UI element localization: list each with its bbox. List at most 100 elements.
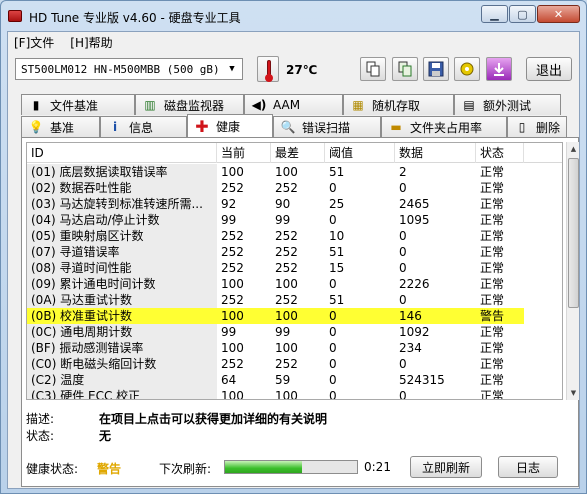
table-row[interactable]: (04) 马达启动/停止计数 99 99 0 1095 正常 — [27, 212, 562, 228]
table-row[interactable]: (0B) 校准重试计数 100 100 0 146 警告 — [27, 308, 562, 324]
disk-monitor-icon: ▥ — [144, 98, 156, 112]
table-row[interactable]: (09) 累计通电时间计数 100 100 0 2226 正常 — [27, 276, 562, 292]
cell-current-value: 100 — [217, 308, 271, 324]
tab-disk-monitor[interactable]: ▥ 磁盘监视器 — [135, 94, 244, 115]
minimize-button[interactable]: ▁ — [481, 5, 508, 23]
cell-status-value: 正常 — [480, 277, 505, 291]
cell-worst-value: 100 — [275, 341, 298, 355]
table-scrollbar[interactable]: ▲ ▼ — [566, 142, 579, 400]
health-status-value: 警告 — [97, 462, 122, 476]
cell-attr-name: (0C) 通电周期计数 — [27, 324, 217, 340]
save-button[interactable] — [423, 57, 449, 81]
cell-current-value: 100 — [221, 277, 244, 291]
cell-threshold-value: 25 — [329, 197, 345, 211]
window-title: HD Tune 专业版 v4.60 - 硬盘专业工具 — [29, 11, 241, 25]
cell-worst-value: 90 — [275, 197, 291, 211]
table-row[interactable]: (07) 寻道错误率 252 252 51 0 正常 — [27, 244, 562, 260]
column-current[interactable]: 当前 — [217, 143, 271, 163]
drive-select[interactable]: ST500LM012 HN-M500MBB (500 gB) ▼ — [15, 58, 243, 80]
cell-data-value: 2226 — [399, 277, 430, 291]
app-window: HD Tune 专业版 v4.60 - 硬盘专业工具 ▁ ▢ ✕ [F]文件 [… — [0, 0, 587, 494]
refresh-now-button[interactable]: 立即刷新 — [410, 456, 482, 478]
column-id[interactable]: ID — [27, 143, 217, 163]
cell-threshold-value: 0 — [329, 181, 337, 195]
tab-file-benchmark[interactable]: ▮ 文件基准 — [21, 94, 135, 115]
table-row[interactable]: (03) 马达旋转到标准转速所需... 92 90 25 2465 正常 — [27, 196, 562, 212]
error-scan-icon: 🔍 — [280, 120, 296, 134]
tab-folder-usage[interactable]: ▬ 文件夹占用率 — [381, 116, 507, 137]
column-status[interactable]: 状态 — [476, 143, 524, 163]
tab-delete[interactable]: ▯ 删除 — [507, 116, 567, 137]
table-row[interactable]: (01) 底层数据读取错误率 100 100 51 2 正常 — [27, 164, 562, 180]
cell-data-value: 234 — [399, 341, 422, 355]
chevron-down-icon[interactable]: ▼ — [224, 61, 240, 77]
tabs-row-top: ▮ 文件基准 ▥ 磁盘监视器 ◀) AAM ▦ 随机存取 ▤ 额外测试 — [21, 94, 561, 115]
cell-attr-name: (C0) 断电磁头缩回计数 — [27, 356, 217, 372]
cell-current-value: 64 — [221, 373, 237, 387]
scroll-down-icon[interactable]: ▼ — [567, 386, 580, 400]
cell-worst-value: 99 — [275, 213, 291, 227]
tab-extra-tests[interactable]: ▤ 额外测试 — [454, 94, 561, 115]
table-row[interactable]: (05) 重映射扇区计数 252 252 10 0 正常 — [27, 228, 562, 244]
log-button[interactable]: 日志 — [498, 456, 558, 478]
tab-aam[interactable]: ◀) AAM — [244, 94, 343, 115]
table-row[interactable]: (08) 寻道时间性能 252 252 15 0 正常 — [27, 260, 562, 276]
close-button[interactable]: ✕ — [537, 5, 580, 23]
menu-file[interactable]: [F]文件 — [14, 34, 54, 51]
cell-threshold-value: 0 — [329, 373, 337, 387]
table-row[interactable]: (C3) 硬件 ECC 校正 100 100 0 0 正常 — [27, 388, 562, 400]
cell-threshold-value: 51 — [329, 165, 345, 179]
copy-all-button[interactable] — [392, 57, 418, 81]
cell-threshold-value: 0 — [329, 389, 337, 400]
table-row[interactable]: (02) 数据吞吐性能 252 252 0 0 正常 — [27, 180, 562, 196]
temperature-value: 27℃ — [286, 63, 318, 77]
table-row[interactable]: (0C) 通电周期计数 99 99 0 1092 正常 — [27, 324, 562, 340]
tab-random-access[interactable]: ▦ 随机存取 — [343, 94, 454, 115]
cell-current-value: 100 — [221, 389, 244, 400]
column-threshold[interactable]: 阈值 — [325, 143, 395, 163]
scroll-up-icon[interactable]: ▲ — [567, 142, 580, 156]
title-bar[interactable]: HD Tune 专业版 v4.60 - 硬盘专业工具 ▁ ▢ ✕ — [1, 1, 586, 31]
cell-status-value: 正常 — [480, 389, 505, 400]
menu-help[interactable]: [H]帮助 — [70, 34, 112, 51]
cell-worst-value: 59 — [275, 373, 291, 387]
tab-error-scan[interactable]: 🔍 错误扫描 — [273, 116, 381, 137]
cell-data-value: 524315 — [399, 373, 445, 387]
scrollbar-thumb[interactable] — [568, 158, 579, 308]
health-panel: ID 当前 最差 阈值 数据 状态 (01) 底层数据读取错误率 100 100 51… — [21, 137, 579, 487]
cell-worst-value: 100 — [275, 277, 298, 291]
tabs-row-bottom: 💡 基准 i 信息 ✚ 健康 🔍 错误扫描 ▬ 文件夹占用率 ▯ 删除 — [21, 114, 567, 137]
table-row[interactable]: (0A) 马达重试计数 252 252 51 0 正常 — [27, 292, 562, 308]
cell-attr-name: (0B) 校准重试计数 — [27, 308, 217, 324]
cell-current-value: 100 — [221, 341, 244, 355]
cell-threshold-value: 10 — [329, 229, 345, 243]
tab-info[interactable]: i 信息 — [100, 116, 187, 137]
column-worst[interactable]: 最差 — [271, 143, 325, 163]
cell-status-value: 正常 — [480, 357, 505, 371]
tab-benchmark[interactable]: 💡 基准 — [21, 116, 100, 137]
cell-attr-name: (07) 寻道错误率 — [27, 244, 217, 260]
cell-status-value: 正常 — [480, 229, 505, 243]
exit-button[interactable]: 退出 — [526, 57, 572, 81]
cell-attr-name: (09) 累计通电时间计数 — [27, 276, 217, 292]
options-button[interactable] — [454, 57, 480, 81]
download-button[interactable] — [486, 57, 512, 81]
cell-attr-name: (05) 重映射扇区计数 — [27, 228, 217, 244]
maximize-button[interactable]: ▢ — [509, 5, 536, 23]
table-row[interactable]: (C0) 断电磁头缩回计数 252 252 0 0 正常 — [27, 356, 562, 372]
save-icon — [428, 61, 444, 77]
download-icon — [494, 63, 504, 76]
table-row[interactable]: (BF) 振动感测错误率 100 100 0 234 正常 — [27, 340, 562, 356]
tab-health[interactable]: ✚ 健康 — [187, 114, 273, 137]
cell-worst-value: 100 — [271, 308, 325, 324]
cell-data-value: 0 — [399, 293, 407, 307]
cell-worst-value: 100 — [275, 165, 298, 179]
table-header: ID 当前 最差 阈值 数据 状态 — [27, 143, 562, 163]
benchmark-icon: 💡 — [28, 120, 44, 134]
copy-button[interactable] — [360, 57, 386, 81]
cell-threshold-value: 15 — [329, 261, 345, 275]
column-data[interactable]: 数据 — [395, 143, 476, 163]
trash-icon: ▯ — [518, 120, 526, 134]
table-row[interactable]: (C2) 温度 64 59 0 524315 正常 — [27, 372, 562, 388]
smart-table: ID 当前 最差 阈值 数据 状态 (01) 底层数据读取错误率 100 100 51… — [26, 142, 563, 400]
